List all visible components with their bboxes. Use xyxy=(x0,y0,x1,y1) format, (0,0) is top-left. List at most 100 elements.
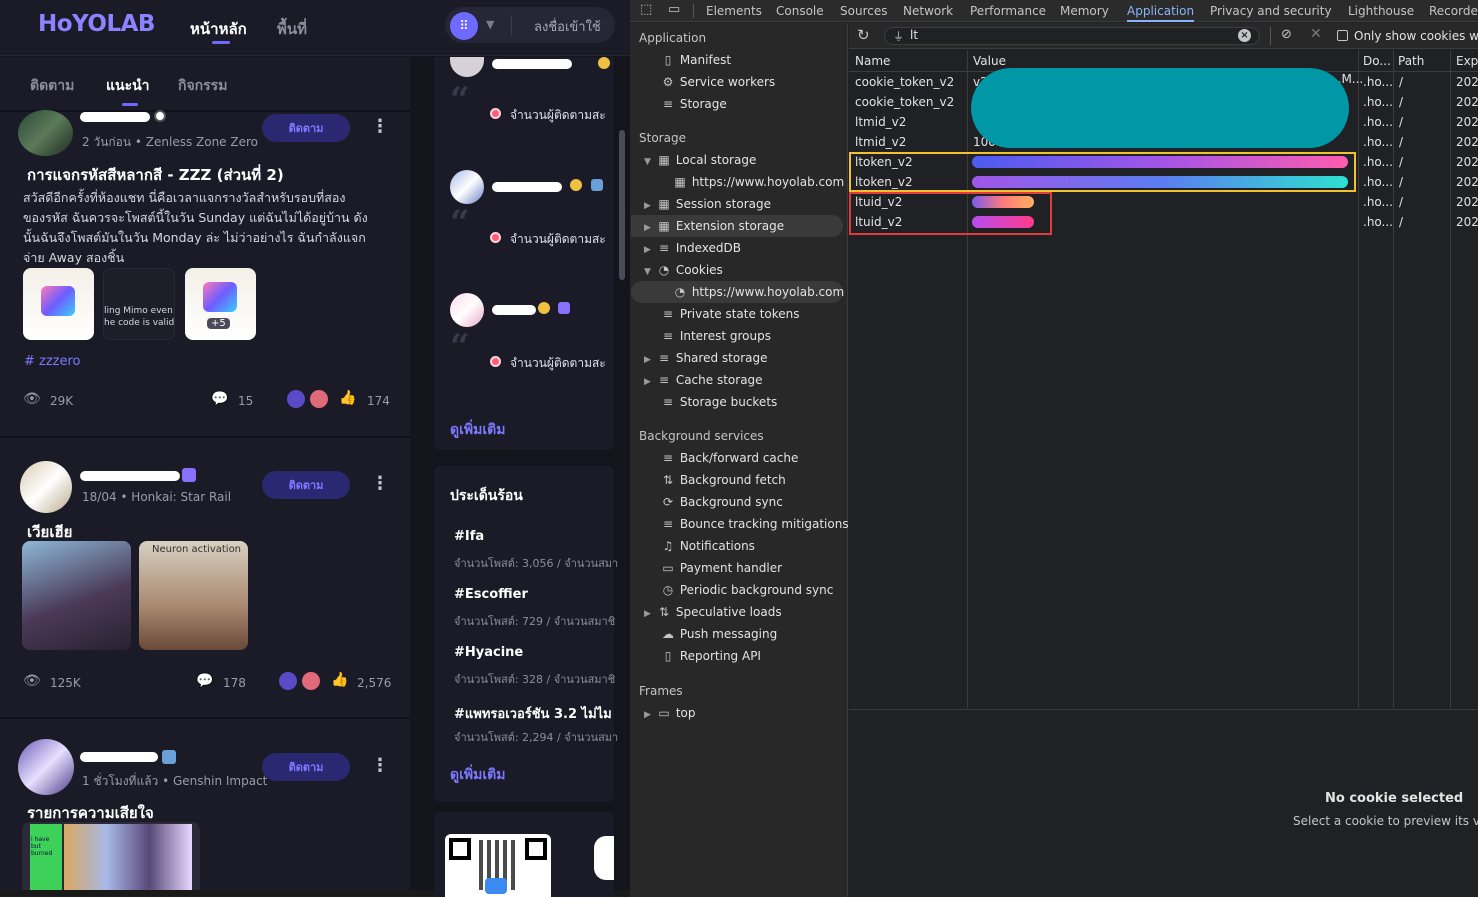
tree-item-cache-storage[interactable]: ▶ ≡ Cache storage xyxy=(644,369,763,391)
hoyolab-logo[interactable]: HoYOLAB xyxy=(38,11,155,37)
tree-item-manifest[interactable]: ▯ Manifest xyxy=(660,49,731,71)
cookie-path[interactable]: / xyxy=(1399,192,1403,212)
tree-item-extension-storage[interactable]: ▶ ▦ Extension storage xyxy=(644,215,784,237)
cookie-domain[interactable]: .ho... xyxy=(1363,152,1393,172)
tab-application[interactable]: Application xyxy=(1127,0,1195,22)
follow-button[interactable]: ติดตาม xyxy=(262,753,350,781)
tree-item-background-fetch[interactable]: ⇅ Background fetch xyxy=(660,469,786,491)
comment-icon[interactable]: 💬 xyxy=(211,391,228,407)
tree-item-background-sync[interactable]: ⟳ Background sync xyxy=(660,491,783,513)
tab-recommended[interactable]: แนะนำ xyxy=(106,75,150,97)
cookie-domain[interactable]: .ho... xyxy=(1363,212,1393,232)
tab-console[interactable]: Console xyxy=(776,0,824,22)
see-more-link[interactable]: ดูเพิ่มเติม xyxy=(450,764,505,786)
hashtag[interactable]: # zzzero xyxy=(24,354,81,369)
column-header-value[interactable]: Value xyxy=(973,51,1006,71)
expanded-arrow-icon[interactable]: ▼ xyxy=(644,151,656,173)
like-icon[interactable]: 👍 xyxy=(331,672,348,688)
refresh-icon[interactable]: ↻ xyxy=(857,26,870,44)
more-options-icon[interactable]: ⋮ xyxy=(371,755,389,776)
collapsed-arrow-icon[interactable]: ▶ xyxy=(644,371,656,393)
filter-input[interactable] xyxy=(884,27,1260,45)
inspect-icon[interactable]: ⬚ xyxy=(640,2,652,17)
tab-privacy[interactable]: Privacy and security xyxy=(1210,0,1332,22)
post-image[interactable] xyxy=(22,541,131,650)
tree-item-session-storage[interactable]: ▶ ▦ Session storage xyxy=(644,193,771,215)
tab-following[interactable]: ติดตาม xyxy=(30,75,74,97)
cookie-expires[interactable]: 202 xyxy=(1456,172,1478,192)
scrollbar[interactable] xyxy=(619,130,625,280)
collapsed-arrow-icon[interactable]: ▶ xyxy=(644,217,656,239)
cookie-path[interactable]: / xyxy=(1399,132,1403,152)
tree-item-local-storage[interactable]: ▼ ▦ Local storage xyxy=(644,149,756,171)
topic-tag[interactable]: #Ifa xyxy=(454,529,484,544)
comment-icon[interactable]: 💬 xyxy=(196,673,213,689)
tab-memory[interactable]: Memory xyxy=(1060,0,1109,22)
post-image[interactable]: Neuron activation xyxy=(139,541,248,650)
tree-item-indexeddb[interactable]: ▶ ≡ IndexedDB xyxy=(644,237,741,259)
only-cookies-checkbox[interactable] xyxy=(1337,30,1348,41)
tab-events[interactable]: กิจกรรม xyxy=(178,75,227,97)
clear-filter-icon[interactable]: × xyxy=(1238,29,1251,42)
cookie-expires[interactable]: 202 xyxy=(1456,132,1478,152)
cookie-expires[interactable]: 202 xyxy=(1456,212,1478,232)
topic-tag[interactable]: #Escoffier xyxy=(454,587,528,602)
tab-network[interactable]: Network xyxy=(903,0,953,22)
tree-item-push-messaging[interactable]: ☁ Push messaging xyxy=(660,623,777,645)
tree-item-reporting-api[interactable]: ▯ Reporting API xyxy=(660,645,761,667)
post-image[interactable]: ling Mimo even he code is valid xyxy=(103,268,175,340)
tree-item-interest-groups[interactable]: ≡ Interest groups xyxy=(660,325,771,347)
cookie-domain[interactable]: .ho... xyxy=(1363,172,1393,192)
cookie-domain[interactable]: .ho... xyxy=(1363,112,1393,132)
avatar[interactable] xyxy=(20,461,72,513)
filter-value[interactable]: lt xyxy=(910,28,918,42)
topic-tag[interactable]: #แพทรอเวอร์ชัน 3.2 ไม่ไม xyxy=(454,703,612,724)
tree-item-cookies[interactable]: ▼ ◔ Cookies xyxy=(644,259,723,281)
topic-tag[interactable]: #Hyacine xyxy=(454,645,523,660)
tab-performance[interactable]: Performance xyxy=(970,0,1046,22)
cookie-expires[interactable]: 202 xyxy=(1456,72,1478,92)
cookie-name[interactable]: cookie_token_v2 xyxy=(855,72,954,92)
tab-elements[interactable]: Elements xyxy=(706,0,762,22)
tree-item-bounce-tracking[interactable]: ≡ Bounce tracking mitigations xyxy=(660,513,849,535)
cookie-path[interactable]: / xyxy=(1399,92,1403,112)
tree-item-private-state-tokens[interactable]: ≡ Private state tokens xyxy=(660,303,800,325)
nav-community[interactable]: พื้นที่ xyxy=(277,17,307,41)
avatar[interactable] xyxy=(18,739,74,795)
tree-item-periodic-sync[interactable]: ◷ Periodic background sync xyxy=(660,579,834,601)
tab-sources[interactable]: Sources xyxy=(840,0,887,22)
more-options-icon[interactable]: ⋮ xyxy=(371,473,389,494)
tree-item-cookies-origin[interactable]: ◔ https://www.hoyolab.com xyxy=(672,281,844,303)
follow-button[interactable]: ติดตาม xyxy=(262,114,350,142)
post-title[interactable]: การแจกรหัสสีหลากสี - ZZZ (ส่วนที่ 2) xyxy=(27,163,284,187)
collapsed-arrow-icon[interactable]: ▶ xyxy=(644,349,656,371)
cookie-expires[interactable]: 202 xyxy=(1456,112,1478,132)
nav-home[interactable]: หน้าหลัก xyxy=(190,17,247,41)
device-toolbar-icon[interactable]: ▭ xyxy=(668,2,680,17)
delete-selected-icon[interactable]: ✕ xyxy=(1310,26,1322,42)
column-header-path[interactable]: Path xyxy=(1398,51,1424,71)
collapsed-arrow-icon[interactable]: ▶ xyxy=(644,239,656,261)
tree-item-payment-handler[interactable]: ▭ Payment handler xyxy=(660,557,782,579)
cookie-path[interactable]: / xyxy=(1399,212,1403,232)
follow-button[interactable]: ติดตาม xyxy=(262,471,350,499)
tree-item-bfcache[interactable]: ≡ Back/forward cache xyxy=(660,447,798,469)
tree-item-local-origin[interactable]: ▦ https://www.hoyolab.com xyxy=(672,171,844,193)
post-image[interactable]: +5 xyxy=(185,268,256,340)
column-header-domain[interactable]: Do... xyxy=(1363,51,1391,71)
cookie-domain[interactable]: .ho... xyxy=(1363,92,1393,112)
avatar[interactable] xyxy=(450,293,484,327)
cookie-name[interactable]: cookie_token_v2 xyxy=(855,92,954,112)
cookie-domain[interactable]: .ho... xyxy=(1363,132,1393,152)
tab-lighthouse[interactable]: Lighthouse xyxy=(1348,0,1414,22)
cookie-expires[interactable]: 202 xyxy=(1456,192,1478,212)
tree-item-shared-storage[interactable]: ▶ ≡ Shared storage xyxy=(644,347,767,369)
like-icon[interactable]: 👍 xyxy=(339,390,356,406)
see-more-link[interactable]: ดูเพิ่มเติม xyxy=(450,419,505,441)
cookie-domain[interactable]: .ho... xyxy=(1363,72,1393,92)
collapsed-arrow-icon[interactable]: ▶ xyxy=(644,704,656,726)
more-options-icon[interactable]: ⋮ xyxy=(371,116,389,137)
tree-item-storage-buckets[interactable]: ≡ Storage buckets xyxy=(660,391,777,413)
column-header-name[interactable]: Name xyxy=(855,51,890,71)
cookie-name[interactable]: ltmid_v2 xyxy=(855,132,906,152)
